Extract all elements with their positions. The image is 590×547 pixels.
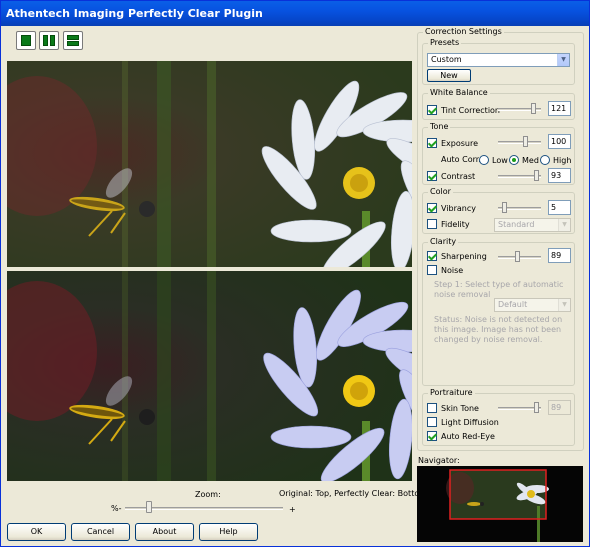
- light-diffusion-checkbox[interactable]: [427, 417, 437, 427]
- zoom-label: Zoom:: [195, 490, 221, 499]
- single-view-icon: [21, 35, 31, 46]
- auto-corr-low-label: Low: [492, 156, 508, 165]
- clarity-group: Clarity: [422, 237, 575, 386]
- new-preset-button[interactable]: New: [427, 69, 471, 82]
- tint-correction-label: Tint Correction: [441, 106, 500, 115]
- auto-corr-high-radio[interactable]: [540, 155, 550, 165]
- fidelity-option: Standard: [498, 220, 535, 229]
- exposure-slider[interactable]: [498, 141, 541, 144]
- zoom-out-label: %-: [111, 504, 122, 513]
- auto-corr-low-radio[interactable]: [479, 155, 489, 165]
- zoom-slider-thumb[interactable]: [146, 501, 152, 513]
- cancel-button[interactable]: Cancel: [71, 523, 130, 541]
- single-view-button[interactable]: [16, 31, 36, 50]
- skin-tone-label: Skin Tone: [441, 404, 479, 413]
- color-title: Color: [428, 187, 453, 196]
- original-flower-image: [7, 61, 412, 267]
- side-by-side-view-button[interactable]: [39, 31, 59, 50]
- chevron-down-icon[interactable]: ▼: [557, 54, 569, 66]
- original-image-panel[interactable]: [7, 61, 412, 267]
- chevron-down-icon: ▼: [558, 299, 570, 311]
- help-button[interactable]: Help: [199, 523, 258, 541]
- noise-type-select[interactable]: Default ▼: [494, 298, 571, 312]
- navigator-panel[interactable]: [417, 466, 583, 542]
- exposure-label: Exposure: [441, 139, 479, 148]
- noise-status-text: Status: Noise is not detected on this im…: [434, 315, 563, 344]
- fidelity-label: Fidelity: [441, 220, 470, 229]
- contrast-label: Contrast: [441, 172, 476, 181]
- clarity-title: Clarity: [428, 237, 459, 246]
- auto-corr-high-label: High: [553, 156, 572, 165]
- correction-settings-title: Correction Settings: [423, 27, 504, 36]
- tone-title: Tone: [428, 122, 451, 131]
- auto-red-eye-label: Auto Red-Eye: [441, 432, 495, 441]
- exposure-value[interactable]: 100: [548, 134, 571, 149]
- top-bottom-view-button[interactable]: [63, 31, 83, 50]
- corrected-image-panel[interactable]: [7, 271, 412, 481]
- sharpening-label: Sharpening: [441, 252, 487, 261]
- vibrancy-value[interactable]: 5: [548, 200, 571, 215]
- vibrancy-slider-thumb[interactable]: [502, 202, 507, 213]
- fidelity-checkbox[interactable]: [427, 219, 437, 229]
- exposure-slider-thumb[interactable]: [523, 136, 528, 147]
- auto-corr-med-label: Med: [522, 156, 539, 165]
- ok-button[interactable]: OK: [7, 523, 66, 541]
- contrast-checkbox[interactable]: [427, 171, 437, 181]
- contrast-slider-thumb[interactable]: [534, 170, 539, 181]
- plugin-window: Athentech Imaging Perfectly Clear Plugin: [0, 0, 590, 547]
- noise-step1-text: Step 1: Select type of automatic noise r…: [434, 280, 564, 299]
- auto-red-eye-checkbox[interactable]: [427, 431, 437, 441]
- noise-label: Noise: [441, 266, 464, 275]
- presets-title: Presets: [428, 38, 462, 47]
- noise-type-option: Default: [498, 300, 528, 309]
- vibrancy-checkbox[interactable]: [427, 203, 437, 213]
- vibrancy-label: Vibrancy: [441, 204, 476, 213]
- skin-tone-checkbox[interactable]: [427, 403, 437, 413]
- exposure-checkbox[interactable]: [427, 138, 437, 148]
- preset-select[interactable]: Custom ▼: [427, 53, 570, 67]
- auto-corr-med-radio[interactable]: [509, 155, 519, 165]
- tint-correction-checkbox[interactable]: [427, 105, 437, 115]
- navigator-thumbnail: [417, 466, 583, 542]
- preset-value: Custom: [431, 55, 462, 64]
- tint-correction-value[interactable]: 121: [548, 101, 571, 116]
- sharpening-slider-thumb[interactable]: [515, 251, 520, 262]
- compare-layout-label: Original: Top, Perfectly Clear: Bottom: [279, 489, 428, 498]
- skin-tone-value[interactable]: 89: [548, 400, 571, 415]
- light-diffusion-label: Light Diffusion: [441, 418, 499, 427]
- tint-correction-slider-thumb[interactable]: [531, 103, 536, 114]
- fidelity-select[interactable]: Standard ▼: [494, 218, 571, 232]
- contrast-value[interactable]: 93: [548, 168, 571, 183]
- sharpening-value[interactable]: 89: [548, 248, 571, 263]
- navigator-label: Navigator:: [418, 456, 460, 465]
- corrected-flower-image: [7, 271, 412, 481]
- window-title: Athentech Imaging Perfectly Clear Plugin: [1, 1, 589, 26]
- noise-checkbox[interactable]: [427, 265, 437, 275]
- portraiture-title: Portraiture: [428, 388, 475, 397]
- chevron-down-icon: ▼: [558, 219, 570, 231]
- skin-tone-slider-thumb[interactable]: [534, 402, 539, 413]
- white-balance-title: White Balance: [428, 88, 490, 97]
- zoom-in-label: +: [289, 505, 296, 514]
- sharpening-checkbox[interactable]: [427, 251, 437, 261]
- auto-correction-label: Auto Corr.: [441, 155, 481, 164]
- about-button[interactable]: About: [135, 523, 194, 541]
